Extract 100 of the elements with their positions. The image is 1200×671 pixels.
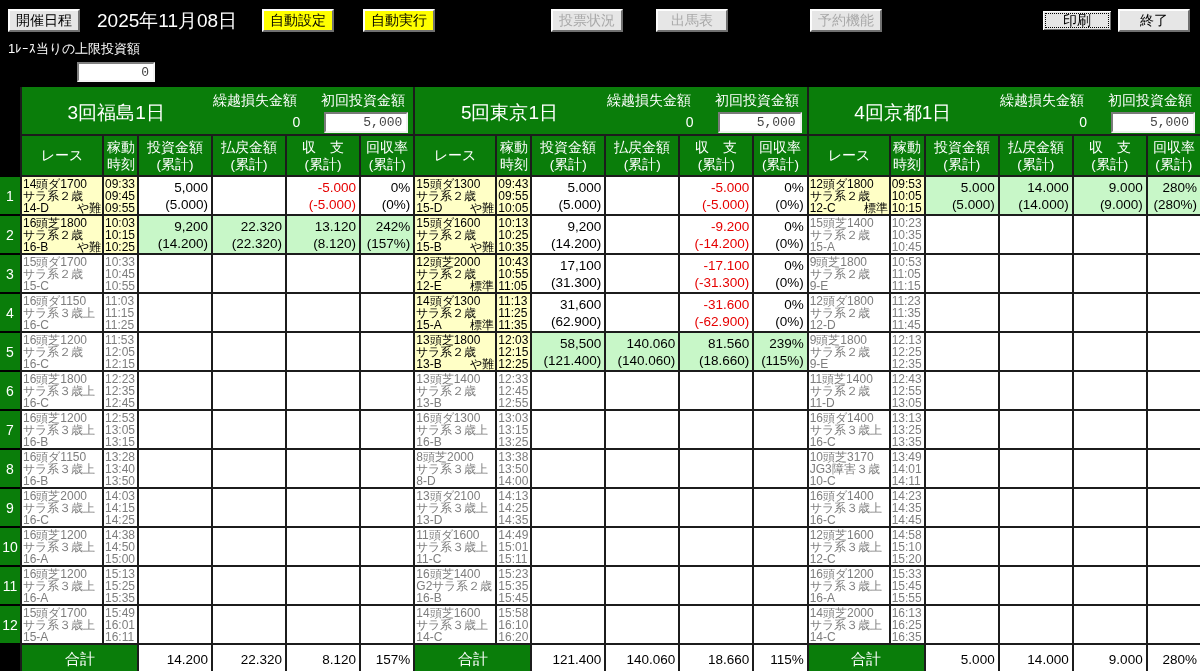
race-summary: 10頭芝3170 — [809, 450, 874, 463]
cumulative-rate: (0%) — [775, 312, 804, 330]
time-text: 13:05 — [891, 396, 922, 409]
race-class: サラ系２歳 — [809, 189, 870, 202]
time-text: 13:50 — [105, 474, 136, 487]
time-text: 11:05 — [891, 267, 921, 280]
race-code: 12-D — [809, 318, 836, 331]
time-text: 15:13 — [105, 567, 136, 580]
time-text: 14:15 — [105, 501, 136, 514]
time-text: 13:49 — [891, 450, 922, 463]
race-class: サラ系３歳上 — [23, 501, 96, 514]
cumulative-balance: (-31.300) — [694, 273, 750, 291]
time-text: 14:11 — [891, 474, 921, 487]
total-label: 合計 — [415, 645, 531, 671]
venue-title: 5回東京1日 — [459, 100, 560, 125]
schedule-button[interactable]: 開催日程 — [8, 8, 80, 32]
race-code: 13-D — [416, 513, 443, 526]
time-text: 15:45 — [891, 579, 922, 592]
time-text: 10:35 — [498, 240, 529, 253]
race-summary: 16頭芝1200 — [23, 528, 88, 541]
time-text: 16:11 — [105, 630, 135, 643]
race-code: 12-C — [809, 552, 836, 565]
initial-investment-input[interactable]: 5,000 — [717, 112, 802, 133]
column-header: レース — [808, 136, 889, 175]
initial-investment-input[interactable]: 5,000 — [324, 112, 409, 133]
time-text: 14:49 — [498, 528, 529, 541]
time-text: 15:55 — [891, 591, 922, 604]
track-condition: や難 — [470, 357, 495, 370]
column-header: 払戻金額 (累計) — [213, 136, 285, 175]
return-rate: 242% — [375, 217, 411, 235]
cumulative-rate: (115%) — [761, 351, 804, 369]
balance-amount: -17.100 — [703, 256, 750, 274]
race-class: サラ系３歳上 — [416, 618, 490, 631]
race-code: 16-C — [23, 357, 49, 370]
time-text: 12:03 — [498, 333, 529, 346]
time-text: 12:53 — [105, 411, 136, 424]
time-text: 09:45 — [105, 189, 136, 202]
race-code: 10-C — [809, 474, 836, 487]
race-summary: 15頭芝1400 — [809, 216, 875, 229]
time-text: 16:20 — [498, 630, 529, 643]
time-text: 09:43 — [498, 177, 529, 190]
race-code: 15-D — [416, 201, 443, 214]
race-class: サラ系３歳上 — [23, 423, 96, 436]
race-class: サラ系３歳上 — [23, 306, 96, 319]
return-rate: 0% — [784, 256, 804, 274]
cumulative-balance: (18.660) — [699, 351, 750, 369]
row-number: 1 — [0, 177, 20, 214]
time-text: 10:03 — [105, 216, 136, 229]
time-text: 11:03 — [105, 294, 135, 307]
race-summary: 8頭芝2000 — [416, 450, 474, 463]
time-text: 16:10 — [498, 618, 529, 631]
race-class: サラ系３歳上 — [416, 501, 490, 514]
time-text: 11:25 — [105, 318, 135, 331]
time-text: 09:33 — [105, 177, 136, 190]
race-summary: 15頭ダ1700 — [23, 255, 89, 268]
time-text: 10:33 — [105, 255, 136, 268]
row-number: 2 — [0, 216, 20, 253]
time-text: 13:13 — [891, 411, 922, 424]
time-text: 15:35 — [498, 579, 529, 592]
race-class: サラ系３歳上 — [23, 462, 96, 475]
cumulative-rate: (0%) — [775, 273, 804, 291]
race-class: サラ系３歳上 — [23, 384, 96, 397]
balance-amount: -31.600 — [703, 295, 750, 313]
cumulative-balance: (9.000) — [1099, 195, 1143, 213]
toolbar-button[interactable]: 印刷 — [1041, 8, 1113, 32]
cumulative-balance: (-14.200) — [694, 234, 750, 252]
carryover-loss-label: 繰越損失金額 — [999, 91, 1085, 110]
time-text: 16:13 — [891, 606, 922, 619]
toolbar-button[interactable]: 自動実行 — [363, 8, 435, 32]
race-class: サラ系２歳 — [416, 345, 478, 358]
row-number: 5 — [0, 333, 20, 370]
cumulative-rate: (280%) — [1153, 195, 1197, 213]
race-summary: 12頭芝1600 — [809, 528, 874, 541]
total-amount: 157% — [361, 645, 414, 671]
time-text: 12:13 — [891, 333, 922, 346]
initial-investment-input[interactable]: 5,000 — [1111, 112, 1195, 133]
balance-amount: -5.000 — [711, 178, 750, 196]
time-text: 14:13 — [498, 489, 529, 502]
race-code: 8-D — [416, 474, 436, 487]
column-header: 投資金額 (累計) — [532, 136, 605, 175]
time-text: 10:15 — [891, 201, 922, 214]
time-text: 13:03 — [498, 411, 529, 424]
race-summary: 16頭ダ1300 — [416, 411, 481, 424]
race-limit-input[interactable]: 0 — [77, 62, 155, 82]
race-class: G2サラ系２歳 — [416, 579, 494, 592]
time-text: 11:35 — [891, 306, 921, 319]
total-amount: 18.660 — [680, 645, 753, 671]
race-code: 16-B — [23, 474, 49, 487]
row-number: 6 — [0, 372, 20, 409]
track-condition: 標準 — [470, 279, 495, 292]
time-text: 13:40 — [105, 462, 136, 475]
toolbar-button[interactable]: 終了 — [1118, 8, 1190, 32]
race-summary: 16頭芝2000 — [23, 489, 88, 502]
time-text: 15:35 — [105, 591, 136, 604]
race-code: 16-B — [23, 240, 49, 253]
toolbar-button[interactable]: 自動設定 — [262, 8, 334, 32]
time-text: 14:58 — [891, 528, 922, 541]
time-text: 10:55 — [498, 267, 529, 280]
time-text: 13:15 — [498, 423, 529, 436]
carryover-loss-amount: 0 — [1079, 113, 1087, 132]
